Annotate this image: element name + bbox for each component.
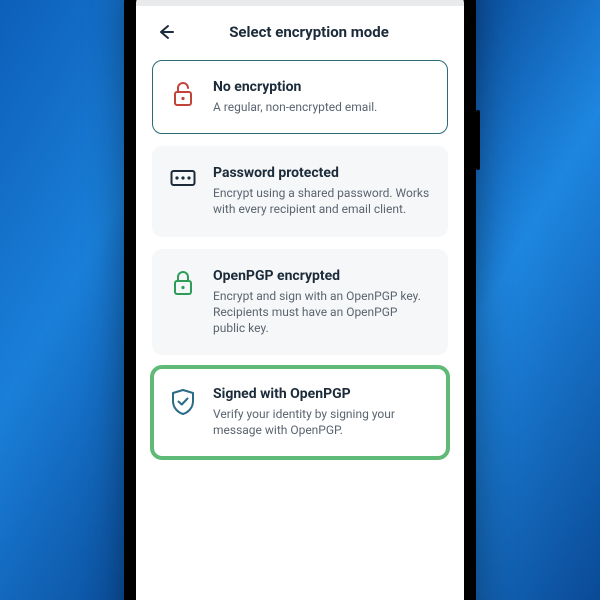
option-desc: Encrypt using a shared password. Works w… xyxy=(213,185,431,217)
app-header: Select encryption mode xyxy=(136,6,464,60)
option-text: Password protected Encrypt using a share… xyxy=(213,165,431,217)
phone-screen: 12:37 Select encryption mode No encrypti… xyxy=(136,0,464,600)
page-title: Select encryption mode xyxy=(196,23,422,41)
encryption-options-list: No encryption A regular, non-encrypted e… xyxy=(136,60,464,458)
option-title: No encryption xyxy=(213,79,431,95)
phone-frame: 12:37 Select encryption mode No encrypti… xyxy=(124,0,476,600)
back-button[interactable] xyxy=(154,20,178,44)
option-title: Password protected xyxy=(213,165,431,181)
option-signed-openpgp[interactable]: Signed with OpenPGP Verify your identity… xyxy=(152,367,448,457)
arrow-left-icon xyxy=(156,22,176,42)
shield-check-icon xyxy=(169,386,197,438)
unlock-icon xyxy=(169,79,197,115)
option-text: No encryption A regular, non-encrypted e… xyxy=(213,79,431,115)
option-openpgp-encrypted[interactable]: OpenPGP encrypted Encrypt and sign with … xyxy=(152,249,448,356)
option-text: Signed with OpenPGP Verify your identity… xyxy=(213,386,431,438)
option-desc: Verify your identity by signing your mes… xyxy=(213,406,431,438)
option-desc: Encrypt and sign with an OpenPGP key. Re… xyxy=(213,288,431,337)
option-no-encryption[interactable]: No encryption A regular, non-encrypted e… xyxy=(152,60,448,134)
option-title: Signed with OpenPGP xyxy=(213,386,431,402)
option-password-protected[interactable]: Password protected Encrypt using a share… xyxy=(152,146,448,236)
option-desc: A regular, non-encrypted email. xyxy=(213,99,431,115)
lock-icon xyxy=(169,268,197,337)
password-icon xyxy=(169,165,197,217)
option-text: OpenPGP encrypted Encrypt and sign with … xyxy=(213,268,431,337)
option-title: OpenPGP encrypted xyxy=(213,268,431,284)
